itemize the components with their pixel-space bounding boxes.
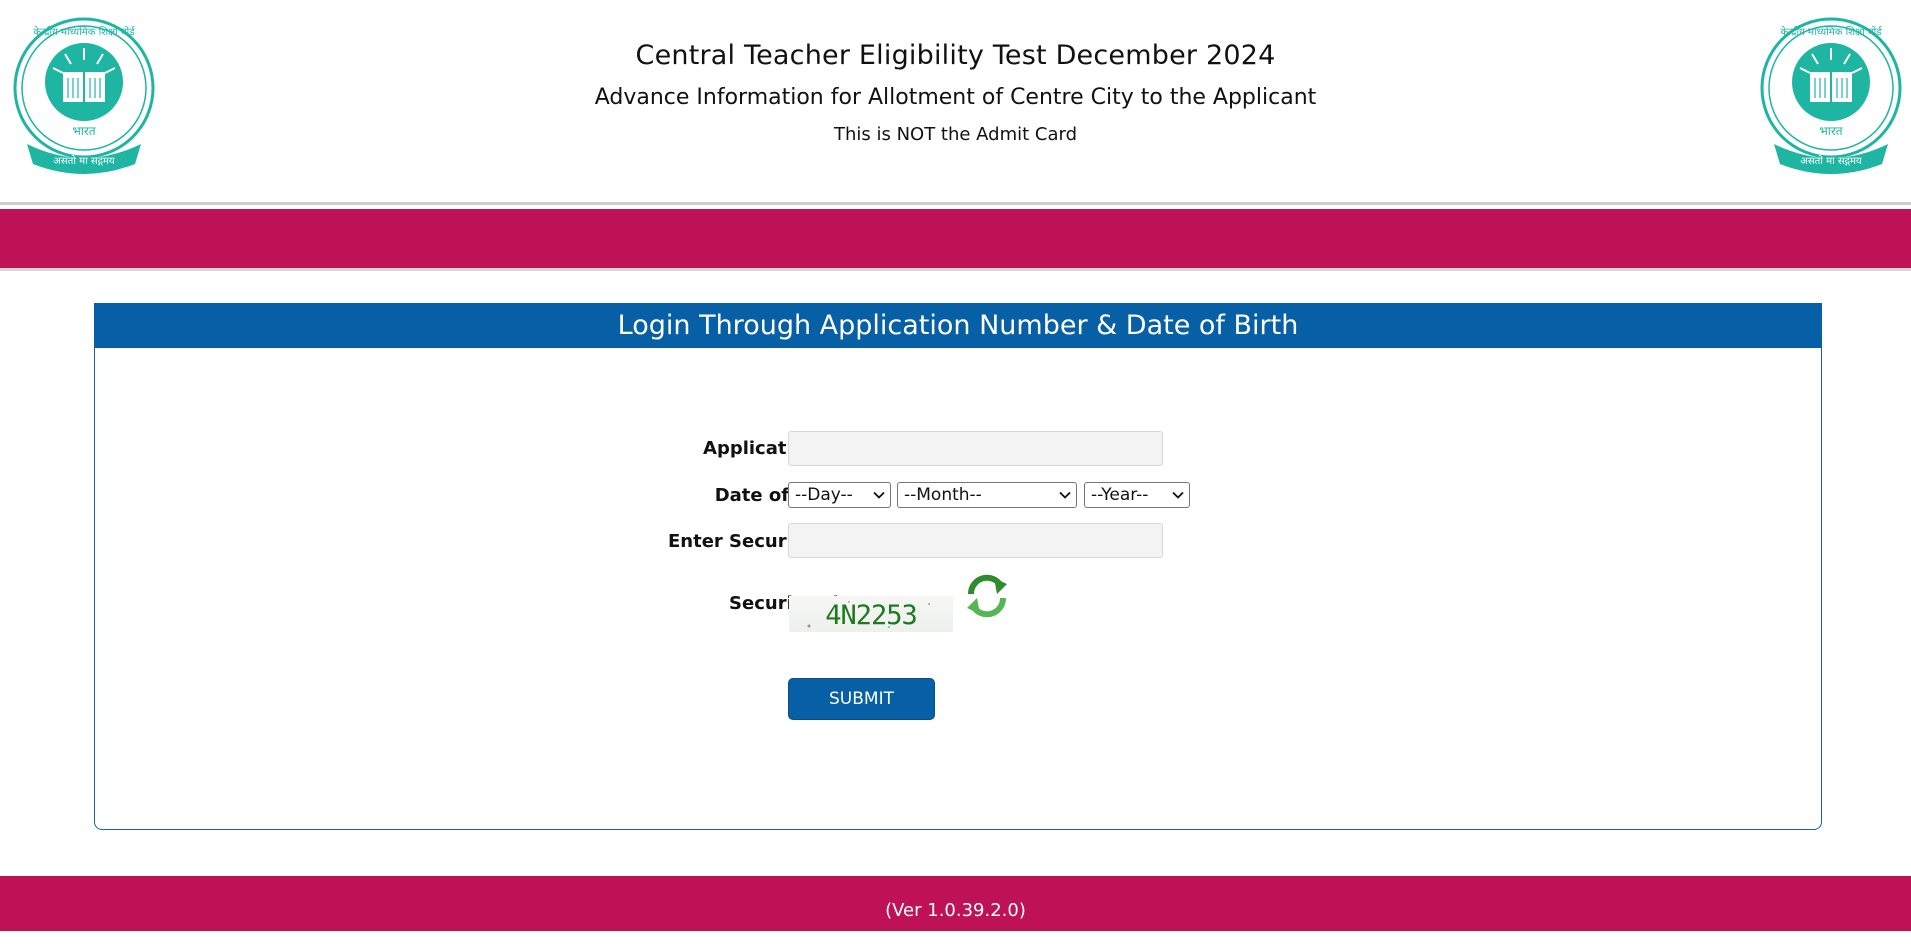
page-footer: (Ver 1.0.39.2.0) [0, 876, 1911, 931]
chevron-down-icon [1172, 491, 1184, 499]
refresh-icon[interactable] [963, 572, 1011, 620]
logo-center-text: भारत [72, 124, 96, 138]
login-panel: Login Through Application Number & Date … [94, 303, 1822, 830]
submit-button[interactable]: SUBMIT [788, 678, 935, 720]
version-text: (Ver 1.0.39.2.0) [885, 900, 1026, 921]
admit-card-note: This is NOT the Admit Card [833, 124, 1078, 145]
dob-year-select[interactable]: --Year-- [1084, 482, 1190, 508]
cbse-logo-right: केन्द्रीय माध्यमिक शिक्षा बोर्ड भारत असत… [1760, 17, 1902, 174]
cbse-logo-left: केन्द्रीय माध्यमिक शिक्षा बोर्ड भारत असत… [13, 17, 155, 174]
dob-year-value: --Year-- [1091, 485, 1149, 505]
logo-top-text: केन्द्रीय माध्यमिक शिक्षा बोर्ड [33, 26, 135, 38]
logo-center-text: भारत [1819, 124, 1843, 138]
logo-bottom-text: असतो मा सद्गमय [1800, 155, 1862, 167]
chevron-down-icon [873, 491, 885, 499]
dob-day-select[interactable]: --Day-- [788, 482, 891, 508]
application-no-input[interactable] [788, 431, 1163, 466]
dob-month-value: --Month-- [904, 485, 982, 505]
login-heading: Login Through Application Number & Date … [94, 303, 1822, 348]
dob-month-select[interactable]: --Month-- [897, 482, 1077, 508]
header-band [0, 209, 1911, 271]
security-pin-input[interactable] [788, 523, 1163, 558]
page-title: Central Teacher Eligibility Test Decembe… [635, 40, 1276, 71]
logo-top-text: केन्द्रीय माध्यमिक शिक्षा बोर्ड [1780, 26, 1882, 38]
page-header: केन्द्रीय माध्यमिक शिक्षा बोर्ड भारत असत… [0, 0, 1911, 205]
chevron-down-icon [1059, 491, 1071, 499]
logo-bottom-text: असतो मा सद्गमय [53, 155, 115, 167]
dob-day-value: --Day-- [795, 485, 853, 505]
page-subtitle: Advance Information for Allotment of Cen… [594, 85, 1317, 110]
captcha-image: 4N2253 [789, 596, 953, 632]
captcha-text: 4N2253 [825, 600, 918, 631]
